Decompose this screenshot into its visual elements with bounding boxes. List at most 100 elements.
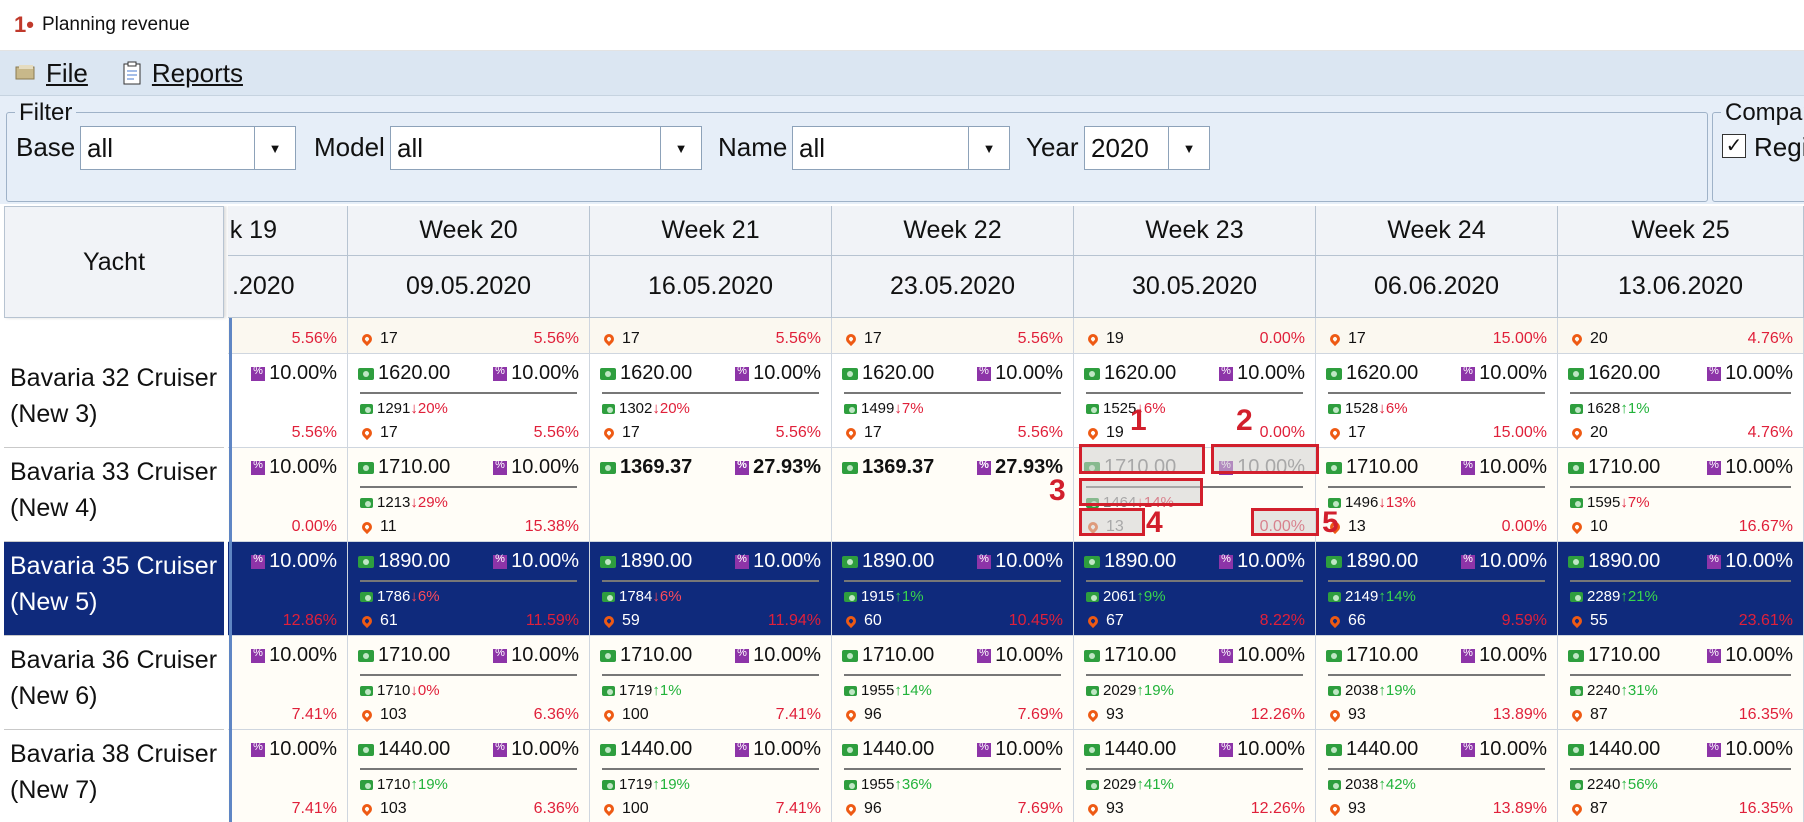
discount-value: 10.00% bbox=[1237, 362, 1305, 384]
model-select[interactable]: all ▼ bbox=[390, 126, 702, 170]
position-text: 93 bbox=[1085, 800, 1124, 818]
week-date-header[interactable]: 16.05.2020 bbox=[590, 256, 832, 318]
grid-cell[interactable]: 1440.00 10.00% 1710↑19% 103 6.36% bbox=[348, 730, 590, 822]
grid-cell[interactable]: 1710.00 10.00% 2029↑19% 93 12.26% bbox=[1074, 636, 1316, 730]
discount-value: 10.00% bbox=[1725, 456, 1793, 478]
price-value: 1440.00 bbox=[620, 738, 693, 760]
trend-arrow-icon: ↑ bbox=[1136, 588, 1144, 605]
grid-cell[interactable]: 17 5.56% bbox=[348, 318, 590, 354]
grid-cell[interactable]: 1440.00 10.00% 2029↑41% 93 12.26% bbox=[1074, 730, 1316, 822]
grid-cell[interactable]: 17 5.56% bbox=[590, 318, 832, 354]
price-value: 1710.00 bbox=[1346, 644, 1419, 666]
yacht-name-cell[interactable]: Bavaria 35 Cruiser (New 5) bbox=[4, 542, 224, 636]
year-select[interactable]: 2020 ▼ bbox=[1084, 126, 1210, 170]
yacht-name-cell[interactable]: Bavaria 32 Cruiser (New 3) bbox=[4, 354, 224, 448]
yacht-column-header[interactable]: Yacht bbox=[4, 206, 224, 318]
grid-cell[interactable]: 1890.00 10.00% 2149↑14% 66 9.59% bbox=[1316, 542, 1558, 636]
base-select[interactable]: all ▼ bbox=[80, 126, 296, 170]
price-value: 1710.00 bbox=[1588, 644, 1661, 666]
comparison-percent: 6% bbox=[659, 588, 682, 605]
cash-icon bbox=[1086, 685, 1099, 696]
region-checkbox[interactable]: ✓ bbox=[1722, 134, 1746, 158]
yacht-name-cell[interactable]: Bavaria 33 Cruiser (New 4) bbox=[4, 448, 224, 542]
filter-area: Filter Base all ▼ Model all ▼ Name all ▼… bbox=[0, 96, 1804, 204]
position-text: 19 bbox=[1085, 330, 1124, 348]
file-menu[interactable]: File bbox=[14, 58, 88, 89]
comparison-percent: 56% bbox=[1627, 776, 1658, 793]
grid-cell[interactable]: 17 5.56% bbox=[832, 318, 1074, 354]
grid-cell[interactable]: 5.56% bbox=[228, 318, 348, 354]
grid-cell[interactable]: 1710.00 10.00% 1595↓7% 10 16.67% bbox=[1558, 448, 1804, 542]
grid-cell[interactable]: 1890.00 10.00% 1915↑1% 60 10.45% bbox=[832, 542, 1074, 636]
percent-value: 9.59% bbox=[1501, 612, 1547, 629]
price-text: 1440.00 bbox=[1568, 738, 1660, 761]
percent-value: 0.00% bbox=[291, 518, 337, 535]
grid-cell[interactable]: 1440.00 10.00% 1719↑19% 100 7.41% bbox=[590, 730, 832, 822]
chevron-down-icon[interactable]: ▼ bbox=[968, 127, 1009, 169]
grid-cell[interactable]: 1620.00 10.00% 1499↓7% 17 5.56% bbox=[832, 354, 1074, 448]
divider-line bbox=[602, 674, 819, 676]
week-header[interactable]: Week 22 bbox=[832, 206, 1074, 256]
yacht-name-cell[interactable]: Bavaria 36 Cruiser (New 6) bbox=[4, 636, 224, 730]
week-header[interactable]: Week 21 bbox=[590, 206, 832, 256]
chevron-down-icon[interactable]: ▼ bbox=[254, 127, 295, 169]
grid-cell[interactable]: 10.00% 12.86% bbox=[228, 542, 348, 636]
comparison-percent: 7% bbox=[1627, 494, 1650, 511]
grid-cell[interactable]: 10.00% 7.41% bbox=[228, 636, 348, 730]
grid-cell[interactable]: 1890.00 10.00% 1784↓6% 59 11.94% bbox=[590, 542, 832, 636]
grid-cell[interactable]: 1710.00 10.00% 1955↑14% 96 7.69% bbox=[832, 636, 1074, 730]
grid-cell[interactable]: 1710.00 10.00% 2240↑31% 87 16.35% bbox=[1558, 636, 1804, 730]
reports-menu[interactable]: Reports bbox=[120, 58, 243, 89]
grid-cell[interactable]: 1440.00 10.00% 2240↑56% 87 16.35% bbox=[1558, 730, 1804, 822]
week-date-header[interactable]: 13.06.2020 bbox=[1558, 256, 1804, 318]
grid-cell[interactable]: 1710.00 10.00% 2038↑19% 93 13.89% bbox=[1316, 636, 1558, 730]
percent-value: 7.69% bbox=[1017, 706, 1063, 723]
grid-cell[interactable]: 1440.00 10.00% 2038↑42% 93 13.89% bbox=[1316, 730, 1558, 822]
percent-value: 11.59% bbox=[525, 612, 579, 629]
discount-value: 10.00% bbox=[269, 644, 337, 666]
yacht-name-cell[interactable]: Bavaria 38 Cruiser (New 7) bbox=[4, 730, 224, 822]
name-select[interactable]: all ▼ bbox=[792, 126, 1010, 170]
grid-cell[interactable]: 1440.00 10.00% 1955↑36% 96 7.69% bbox=[832, 730, 1074, 822]
grid-cell[interactable]: 1369.3727.93% bbox=[590, 448, 832, 542]
grid-cell[interactable]: 1710.00 10.00% 1213↓29% 11 15.38% bbox=[348, 448, 590, 542]
grid-cell[interactable]: 1890.00 10.00% 2289↑21% 55 23.61% bbox=[1558, 542, 1804, 636]
week-date-header[interactable]: 06.06.2020 bbox=[1316, 256, 1558, 318]
grid-cell[interactable]: 17 15.00% bbox=[1316, 318, 1558, 354]
position-value: 17 bbox=[864, 330, 882, 347]
week-date-header[interactable]: 09.05.2020 bbox=[348, 256, 590, 318]
week-header[interactable]: Week 20 bbox=[348, 206, 590, 256]
grid-cell[interactable]: 10.00% 0.00% bbox=[228, 448, 348, 542]
chevron-down-icon[interactable]: ▼ bbox=[1168, 127, 1209, 169]
trend-arrow-icon: ↑ bbox=[894, 682, 902, 699]
grid-cell[interactable]: 1890.00 10.00% 1786↓6% 61 11.59% bbox=[348, 542, 590, 636]
grid-cell[interactable]: 1620.00 10.00% 1528↓6% 17 15.00% bbox=[1316, 354, 1558, 448]
comparison-text: 2149 ↑ 14% bbox=[1328, 588, 1416, 605]
week-date-header[interactable]: .2020 bbox=[228, 256, 348, 318]
grid-cell[interactable]: 1620.00 10.00% 1628↑1% 20 4.76% bbox=[1558, 354, 1804, 448]
discount-text: 10.00% bbox=[251, 644, 337, 667]
grid-cell[interactable]: 1369.3727.93% bbox=[832, 448, 1074, 542]
week-header[interactable]: k 19 bbox=[228, 206, 348, 256]
chevron-down-icon[interactable]: ▼ bbox=[660, 127, 701, 169]
week-date-header[interactable]: 30.05.2020 bbox=[1074, 256, 1316, 318]
grid-cell[interactable]: 1620.00 10.00% 1525↓6% 19 0.00% bbox=[1074, 354, 1316, 448]
grid-cell[interactable]: 10.00% 5.56% bbox=[228, 354, 348, 448]
grid-cell[interactable]: 1620.00 10.00% 1302↓20% 17 5.56% bbox=[590, 354, 832, 448]
trend-arrow-icon: ↑ bbox=[894, 776, 902, 793]
grid-cell[interactable]: 1710.00 10.00% 1496↓13% 13 0.00% bbox=[1316, 448, 1558, 542]
price-text: 1620.00 bbox=[1568, 362, 1660, 385]
grid-cell[interactable]: 10.00% 7.41% bbox=[228, 730, 348, 822]
position-text: 59 bbox=[601, 612, 640, 630]
week-header[interactable]: Week 24 bbox=[1316, 206, 1558, 256]
comparison-value: 1719 bbox=[619, 776, 653, 793]
grid-cell[interactable]: 1620.00 10.00% 1291↓20% 17 5.56% bbox=[348, 354, 590, 448]
grid-cell[interactable]: 1710.00 10.00% 1719↑1% 100 7.41% bbox=[590, 636, 832, 730]
week-header[interactable]: Week 25 bbox=[1558, 206, 1804, 256]
grid-cell[interactable]: 20 4.76% bbox=[1558, 318, 1804, 354]
week-header[interactable]: Week 23 bbox=[1074, 206, 1316, 256]
grid-cell[interactable]: 1890.00 10.00% 2061↑9% 67 8.22% bbox=[1074, 542, 1316, 636]
week-date-header[interactable]: 23.05.2020 bbox=[832, 256, 1074, 318]
grid-cell[interactable]: 1710.00 10.00% 1710↓0% 103 6.36% bbox=[348, 636, 590, 730]
grid-cell[interactable]: 19 0.00% bbox=[1074, 318, 1316, 354]
